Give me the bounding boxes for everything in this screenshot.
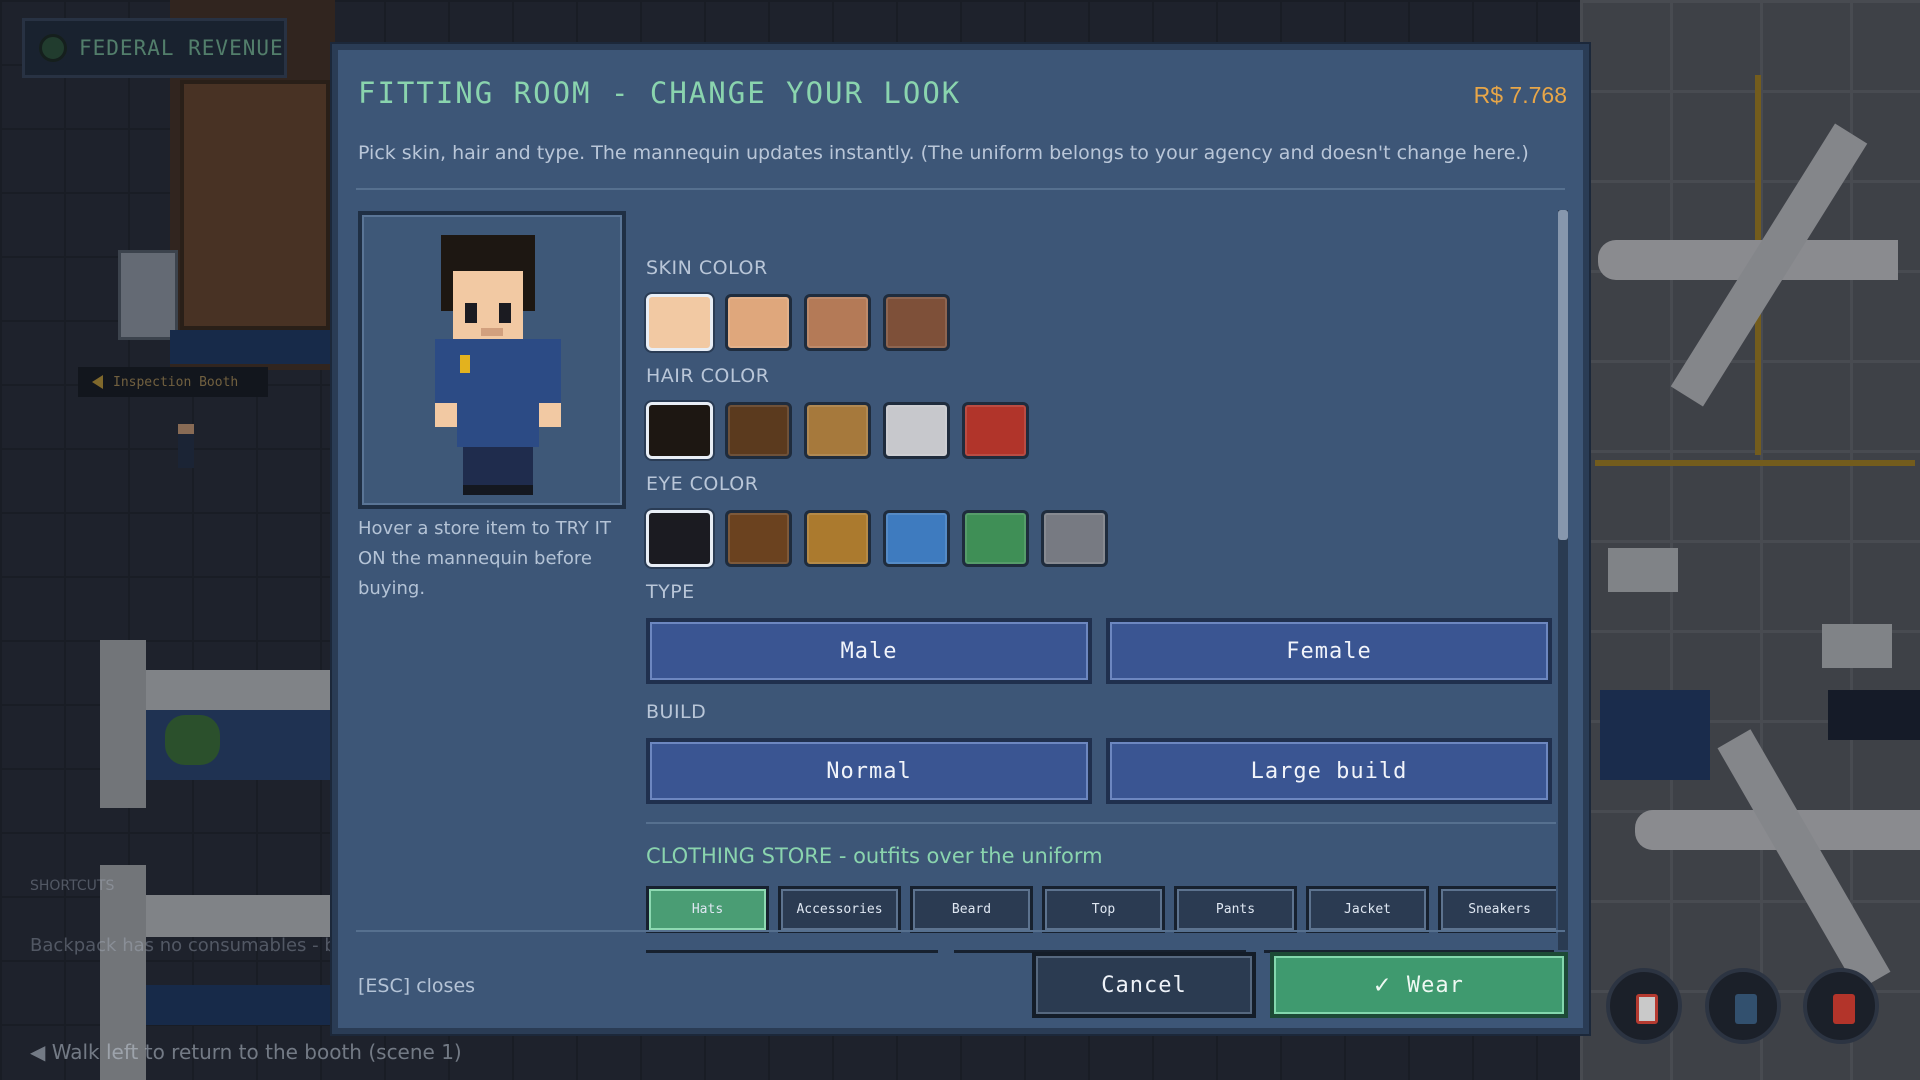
hair-color-swatch-3[interactable]: [804, 402, 871, 459]
tab-hats[interactable]: Hats: [646, 886, 769, 933]
eye-color-swatch-6[interactable]: [1041, 510, 1108, 567]
content-scrollbar[interactable]: [1558, 210, 1568, 950]
mannequin-hair-side-left: [441, 271, 453, 311]
header-divider: [356, 188, 1565, 190]
customization-pane: SKIN COLOR HAIR COLOR EYE COLOR TYPE Mal…: [644, 207, 1556, 953]
hud-slot-2[interactable]: [1705, 968, 1781, 1044]
tab-accessories[interactable]: Accessories: [778, 886, 901, 933]
eye-color-swatch-5[interactable]: [962, 510, 1029, 567]
hud-slot-1[interactable]: [1606, 968, 1682, 1044]
mannequin-mouth: [481, 328, 503, 336]
mannequin-shoes: [463, 485, 533, 495]
mannequin-belly: [457, 403, 539, 447]
skin-color-swatch-4[interactable]: [883, 294, 950, 351]
skin-color-swatch-1[interactable]: [646, 294, 713, 351]
skin-color-label: SKIN COLOR: [646, 257, 768, 279]
money-balance: R$ 7.768: [1473, 82, 1567, 108]
shortcuts-heading: SHORTCUTS: [30, 878, 115, 894]
eye-color-swatch-3[interactable]: [804, 510, 871, 567]
eye-color-swatch-1[interactable]: [646, 510, 713, 567]
scrollbar-thumb[interactable]: [1558, 210, 1568, 540]
esc-hint: [ESC] closes: [358, 975, 476, 997]
build-large-button[interactable]: Large build: [1106, 738, 1552, 804]
checkmark-icon: ✓: [1374, 970, 1391, 1000]
wear-label: Wear: [1406, 972, 1464, 998]
mannequin-eye-left: [465, 303, 477, 323]
wear-button[interactable]: ✓ Wear: [1270, 952, 1568, 1018]
type-male-button[interactable]: Male: [646, 618, 1092, 684]
store-item-card[interactable]: [646, 950, 938, 953]
fitting-room-dialog: FITTING ROOM - CHANGE YOUR LOOK R$ 7.768…: [332, 44, 1589, 1034]
cancel-label: Cancel: [1101, 972, 1187, 998]
walk-hint: ◀ Walk left to return to the booth (scen…: [30, 1040, 462, 1064]
mannequin-hair-side-right: [523, 271, 535, 311]
hair-color-label: HAIR COLOR: [646, 365, 770, 387]
eye-color-swatch-2[interactable]: [725, 510, 792, 567]
eye-color-swatches: [646, 510, 1108, 567]
footer-divider: [356, 930, 1565, 932]
type-label: TYPE: [646, 581, 695, 603]
hair-color-swatches: [646, 402, 1029, 459]
first-aid-icon: [1636, 994, 1658, 1024]
tab-jacket[interactable]: Jacket: [1306, 886, 1429, 933]
hair-color-swatch-1[interactable]: [646, 402, 713, 459]
tab-pants[interactable]: Pants: [1174, 886, 1297, 933]
hair-color-swatch-2[interactable]: [725, 402, 792, 459]
dialog-title: FITTING ROOM - CHANGE YOUR LOOK: [358, 76, 962, 110]
mannequin-badge: [460, 355, 470, 373]
clothing-store-tabs: Hats Accessories Beard Top Pants Jacket …: [646, 886, 1556, 933]
mannequin-hair: [441, 235, 535, 271]
eye-color-swatch-4[interactable]: [883, 510, 950, 567]
mannequin-hand-right: [539, 403, 561, 427]
store-divider: [646, 822, 1556, 824]
try-on-hint: Hover a store item to TRY IT ON the mann…: [358, 518, 611, 599]
phone-icon: [1735, 994, 1757, 1024]
fire-extinguisher-icon: [1833, 994, 1855, 1024]
shortcuts-text: Backpack has no consumables - bu: [30, 935, 348, 956]
mannequin-torso: [435, 339, 561, 403]
hud-slot-3[interactable]: [1803, 968, 1879, 1044]
clothing-store-title: CLOTHING STORE - outfits over the unifor…: [646, 844, 1103, 868]
tab-top[interactable]: Top: [1042, 886, 1165, 933]
hair-color-swatch-5[interactable]: [962, 402, 1029, 459]
skin-color-swatch-2[interactable]: [725, 294, 792, 351]
cancel-button[interactable]: Cancel: [1032, 952, 1256, 1018]
dialog-subtitle: Pick skin, hair and type. The mannequin …: [358, 142, 1529, 164]
type-female-button[interactable]: Female: [1106, 618, 1552, 684]
mannequin-hand-left: [435, 403, 457, 427]
mannequin-preview: [358, 211, 626, 509]
hair-color-swatch-4[interactable]: [883, 402, 950, 459]
skin-color-swatch-3[interactable]: [804, 294, 871, 351]
tab-sneakers[interactable]: Sneakers: [1438, 886, 1556, 933]
build-options: Normal Large build: [646, 738, 1552, 804]
skin-color-swatches: [646, 294, 950, 351]
mannequin-pants: [463, 447, 533, 485]
build-normal-button[interactable]: Normal: [646, 738, 1092, 804]
type-options: Male Female: [646, 618, 1552, 684]
build-label: BUILD: [646, 701, 707, 723]
eye-color-label: EYE COLOR: [646, 473, 759, 495]
tab-beard[interactable]: Beard: [910, 886, 1033, 933]
mannequin-eye-right: [499, 303, 511, 323]
